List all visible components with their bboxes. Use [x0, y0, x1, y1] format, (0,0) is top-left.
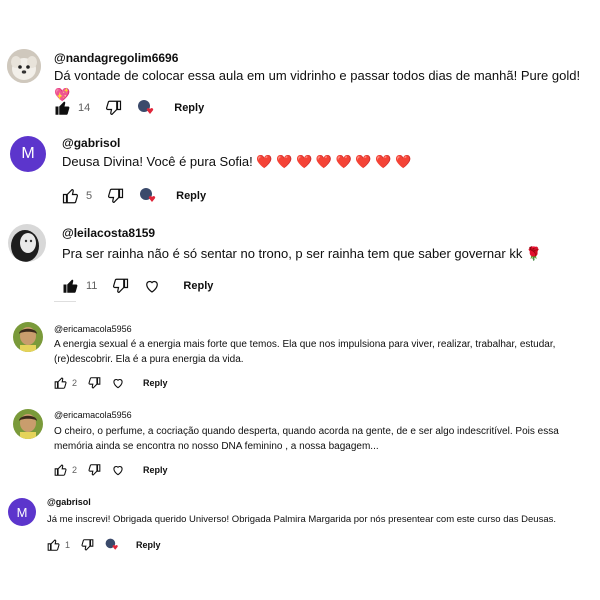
letter-avatar[interactable]: M — [10, 136, 46, 172]
woman-green-avatar[interactable] — [13, 322, 43, 352]
comment-actions: 2 Reply — [54, 463, 168, 477]
thumbs-down-icon[interactable] — [106, 187, 124, 205]
thumbs-down-icon[interactable] — [104, 99, 122, 117]
creator-heart-icon[interactable] — [136, 98, 156, 118]
dog-avatar[interactable] — [7, 49, 41, 83]
thumbs-up-filled-icon[interactable] — [62, 277, 80, 295]
creator-heart-icon[interactable] — [104, 537, 120, 553]
reply-button[interactable]: Reply — [183, 280, 213, 292]
heart-outline-icon[interactable] — [111, 463, 125, 477]
reply-button[interactable]: Reply — [136, 540, 161, 550]
like-count: 2 — [72, 465, 78, 475]
reply-button[interactable]: Reply — [176, 190, 206, 202]
divider — [54, 301, 76, 302]
creator-heart-icon[interactable] — [138, 186, 158, 206]
reply-button[interactable]: Reply — [143, 378, 168, 388]
comment-actions: 5 Reply — [62, 186, 206, 206]
comment-author[interactable]: @gabrisol — [62, 136, 120, 150]
comment-text: A energia sexual é a energia mais forte … — [54, 339, 556, 365]
thumbs-down-icon[interactable] — [87, 463, 101, 477]
like-count: 2 — [72, 378, 78, 388]
comment-actions: 14 Reply — [54, 98, 204, 118]
thumbs-down-icon[interactable] — [87, 376, 101, 390]
comment-actions: 1 Reply — [47, 537, 161, 553]
thumbs-down-icon[interactable] — [80, 538, 94, 552]
comment-actions: 2 Reply — [54, 376, 168, 390]
comment-author[interactable]: @leilacosta8159 — [62, 226, 155, 240]
like-count: 1 — [65, 540, 71, 550]
comment-text: Deusa Divina! Você é pura Sofia! ❤️ ❤️ ❤… — [62, 154, 412, 169]
thumbs-up-icon[interactable] — [54, 376, 68, 390]
avatar-letter: M — [16, 504, 28, 520]
thumbs-down-icon[interactable] — [111, 277, 129, 295]
avatar-letter: M — [21, 145, 35, 162]
comment-author[interactable]: @ericamacola5956 — [54, 410, 132, 420]
comment-actions: 11 Reply — [62, 277, 213, 295]
reply-button[interactable]: Reply — [174, 102, 204, 114]
thumbs-up-icon[interactable] — [47, 538, 61, 552]
heart-outline-icon[interactable] — [143, 277, 161, 295]
comment-author[interactable]: @nandagregolim6696 — [54, 51, 178, 65]
thumbs-up-icon[interactable] — [54, 463, 68, 477]
woman-green-avatar[interactable] — [13, 409, 43, 439]
comment-author[interactable]: @gabrisol — [47, 497, 91, 507]
comment-author[interactable]: @ericamacola5956 — [54, 324, 132, 334]
like-count: 14 — [78, 102, 91, 114]
thumbs-up-icon[interactable] — [62, 187, 80, 205]
comment-text: Já me inscrevi! Obrigada querido Univers… — [47, 514, 557, 525]
reply-button[interactable]: Reply — [143, 465, 168, 475]
heart-outline-icon[interactable] — [111, 376, 125, 390]
like-count: 11 — [86, 280, 98, 292]
thumbs-up-filled-icon[interactable] — [54, 99, 72, 117]
letter-avatar[interactable]: M — [8, 498, 36, 526]
comment-text: Pra ser rainha não é só sentar no trono,… — [62, 246, 543, 261]
comment-text: O cheiro, o perfume, a cocriação quando … — [54, 426, 559, 452]
like-count: 5 — [86, 190, 93, 202]
woman-bw-avatar[interactable] — [8, 224, 46, 262]
